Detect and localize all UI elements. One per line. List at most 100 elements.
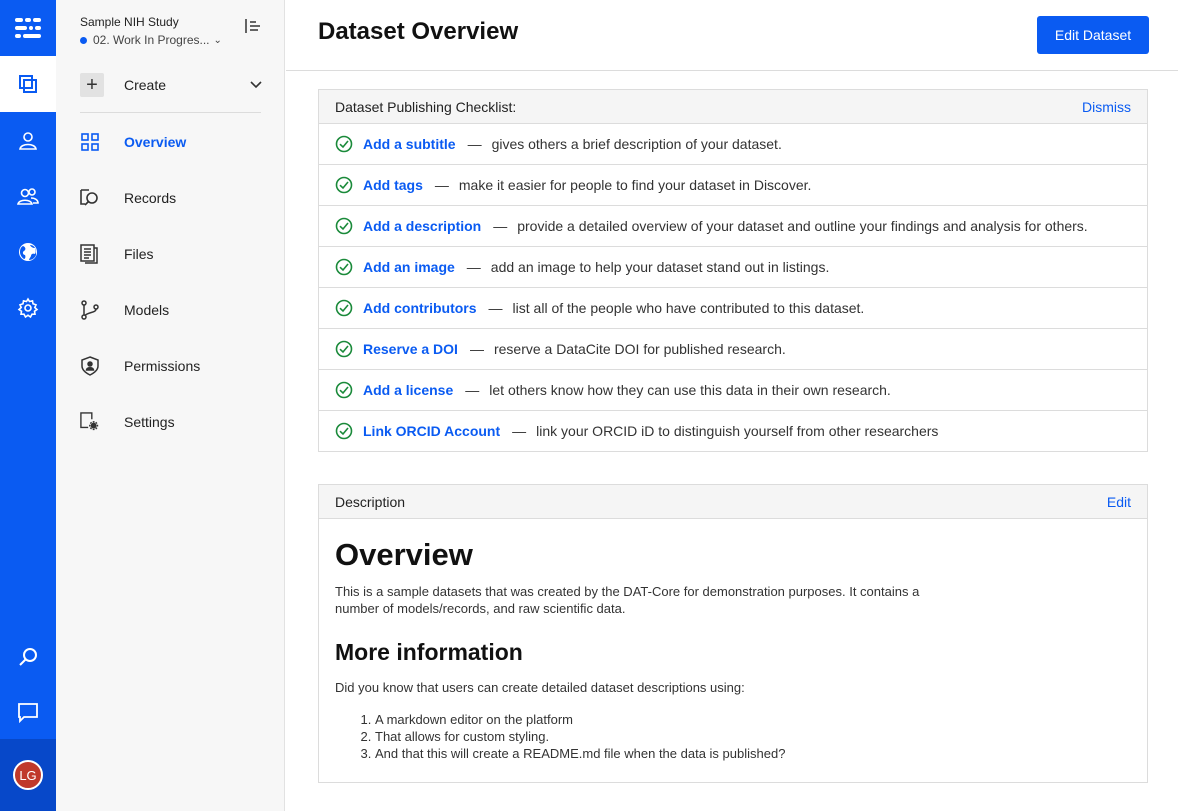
check-circle-icon bbox=[335, 135, 353, 153]
edit-dataset-button[interactable]: Edit Dataset bbox=[1037, 16, 1149, 54]
checklist-item: Add tags — make it easier for people to fi… bbox=[319, 165, 1147, 206]
sidebar-item-label: Permissions bbox=[124, 358, 201, 374]
sidebar-item-label: Settings bbox=[124, 414, 175, 430]
sidebar-item-permissions[interactable]: Permissions bbox=[80, 354, 262, 378]
sidebar-item-models[interactable]: Models bbox=[80, 298, 262, 322]
checklist-header: Dataset Publishing Checklist: Dismiss bbox=[319, 90, 1147, 124]
description-paragraph: Did you know that users can create detai… bbox=[335, 680, 745, 695]
list-item: And that this will create a README.md fi… bbox=[375, 745, 1131, 762]
description-body: Overview This is a sample datasets that … bbox=[319, 519, 1147, 782]
check-circle-icon bbox=[335, 258, 353, 276]
avatar[interactable]: LG bbox=[13, 760, 43, 790]
sidebar-item-settings[interactable]: Settings bbox=[80, 410, 262, 434]
separator-dash: — bbox=[434, 177, 449, 193]
checklist-link[interactable]: Link ORCID Account bbox=[363, 423, 500, 439]
checklist-item: Add a license — let others know how they c… bbox=[319, 370, 1147, 411]
app-rail: LG bbox=[0, 0, 56, 811]
description-header: Description Edit bbox=[319, 485, 1147, 519]
checklist-item: Reserve a DOI — reserve a DataCite DOI for… bbox=[319, 329, 1147, 370]
checklist-link[interactable]: Add tags bbox=[363, 177, 423, 193]
description-heading: Overview bbox=[335, 537, 473, 572]
settings-doc-icon bbox=[80, 412, 100, 432]
plus-icon: + bbox=[80, 73, 104, 97]
collapse-sidebar-icon[interactable] bbox=[244, 18, 262, 39]
separator-dash: — bbox=[467, 136, 482, 152]
edit-description-link[interactable]: Edit bbox=[1107, 494, 1131, 510]
check-circle-icon bbox=[335, 422, 353, 440]
sidebar-item-overview[interactable]: Overview bbox=[80, 130, 262, 154]
shield-icon bbox=[80, 356, 100, 376]
check-circle-icon bbox=[335, 340, 353, 358]
records-search-icon bbox=[80, 188, 100, 208]
separator-dash: — bbox=[488, 300, 503, 316]
sidebar-item-records[interactable]: Records bbox=[80, 186, 262, 210]
datasets-icon[interactable] bbox=[0, 56, 56, 112]
checklist-item: Add a subtitle — gives others a brief desc… bbox=[319, 124, 1147, 165]
checklist-item: Add a description — provide a detailed ove… bbox=[319, 206, 1147, 247]
checklist-item: Add an image — add an image to help your d… bbox=[319, 247, 1147, 288]
divider bbox=[80, 112, 261, 113]
description-list: A markdown editor on the platform That a… bbox=[335, 711, 1131, 762]
dataset-name: Sample NIH Study bbox=[80, 15, 179, 29]
checklist-title: Dataset Publishing Checklist: bbox=[335, 98, 517, 115]
status-dot-icon bbox=[80, 36, 87, 44]
checklist-description: link your ORCID iD to distinguish yourse… bbox=[536, 423, 939, 439]
search-icon[interactable] bbox=[0, 629, 56, 685]
dataset-switcher[interactable]: Sample NIH Study 02. Work In Progres... … bbox=[80, 15, 222, 47]
checklist-description: reserve a DataCite DOI for published res… bbox=[493, 341, 786, 357]
checklist-link[interactable]: Add an image bbox=[363, 259, 455, 275]
user-menu[interactable]: LG bbox=[0, 739, 56, 811]
description-title: Description bbox=[335, 493, 406, 510]
main-content: Dataset Overview Edit Dataset Dataset Pu… bbox=[286, 0, 1178, 811]
files-icon bbox=[80, 244, 100, 264]
description-card: Description Edit Overview This is a samp… bbox=[318, 484, 1148, 783]
dismiss-link[interactable]: Dismiss bbox=[1082, 99, 1131, 115]
publishing-checklist: Dataset Publishing Checklist: Dismiss Ad… bbox=[318, 89, 1148, 452]
team-icon[interactable] bbox=[0, 168, 56, 224]
page-header: Dataset Overview Edit Dataset bbox=[286, 0, 1178, 71]
list-item: A markdown editor on the platform bbox=[375, 711, 1131, 728]
check-circle-icon bbox=[335, 381, 353, 399]
chat-icon[interactable] bbox=[0, 684, 56, 740]
checklist-item: Add contributors — list all of the people … bbox=[319, 288, 1147, 329]
separator-dash: — bbox=[466, 259, 481, 275]
dataset-status[interactable]: 02. Work In Progres... ⌄ bbox=[80, 33, 222, 47]
checklist-link[interactable]: Add a subtitle bbox=[363, 136, 456, 152]
create-menu[interactable]: + Create bbox=[80, 71, 262, 99]
chevron-down-icon[interactable]: ⌄ bbox=[214, 35, 222, 46]
gear-icon[interactable] bbox=[0, 280, 56, 336]
checklist-item: Link ORCID Account — link your ORCID iD to… bbox=[319, 411, 1147, 451]
sidebar-item-label: Models bbox=[124, 302, 170, 318]
app-logo-icon[interactable] bbox=[0, 0, 56, 56]
separator-dash: — bbox=[465, 382, 480, 398]
separator-dash: — bbox=[469, 341, 484, 357]
create-label: Create bbox=[124, 77, 167, 93]
checklist-description: let others know how they can use this da… bbox=[489, 382, 891, 398]
globe-icon[interactable] bbox=[0, 224, 56, 280]
separator-dash: — bbox=[493, 218, 508, 234]
user-icon[interactable] bbox=[0, 112, 56, 168]
check-circle-icon bbox=[335, 299, 353, 317]
checklist-items: Add a subtitle — gives others a brief desc… bbox=[319, 124, 1147, 451]
checklist-description: provide a detailed overview of your data… bbox=[517, 218, 1088, 234]
models-icon bbox=[80, 300, 100, 320]
checklist-link[interactable]: Reserve a DOI bbox=[363, 341, 458, 357]
status-label: 02. Work In Progres... bbox=[93, 33, 210, 47]
list-item: That allows for custom styling. bbox=[375, 728, 1131, 745]
sidebar-item-label: Files bbox=[124, 246, 154, 262]
checklist-link[interactable]: Add contributors bbox=[363, 300, 477, 316]
checklist-link[interactable]: Add a description bbox=[363, 218, 481, 234]
checklist-description: add an image to help your dataset stand … bbox=[490, 259, 830, 275]
checklist-description: make it easier for people to find your d… bbox=[458, 177, 812, 193]
description-paragraph: This is a sample datasets that was creat… bbox=[335, 584, 920, 616]
check-circle-icon bbox=[335, 176, 353, 194]
checklist-link[interactable]: Add a license bbox=[363, 382, 453, 398]
chevron-down-icon[interactable] bbox=[250, 81, 262, 89]
sidebar-item-label: Overview bbox=[124, 134, 187, 150]
check-circle-icon bbox=[335, 217, 353, 235]
grid-icon bbox=[80, 132, 100, 152]
description-subheading: More information bbox=[335, 639, 523, 665]
sidebar-item-label: Records bbox=[124, 190, 177, 206]
sidebar-item-files[interactable]: Files bbox=[80, 242, 262, 266]
checklist-description: list all of the people who have contribu… bbox=[512, 300, 865, 316]
